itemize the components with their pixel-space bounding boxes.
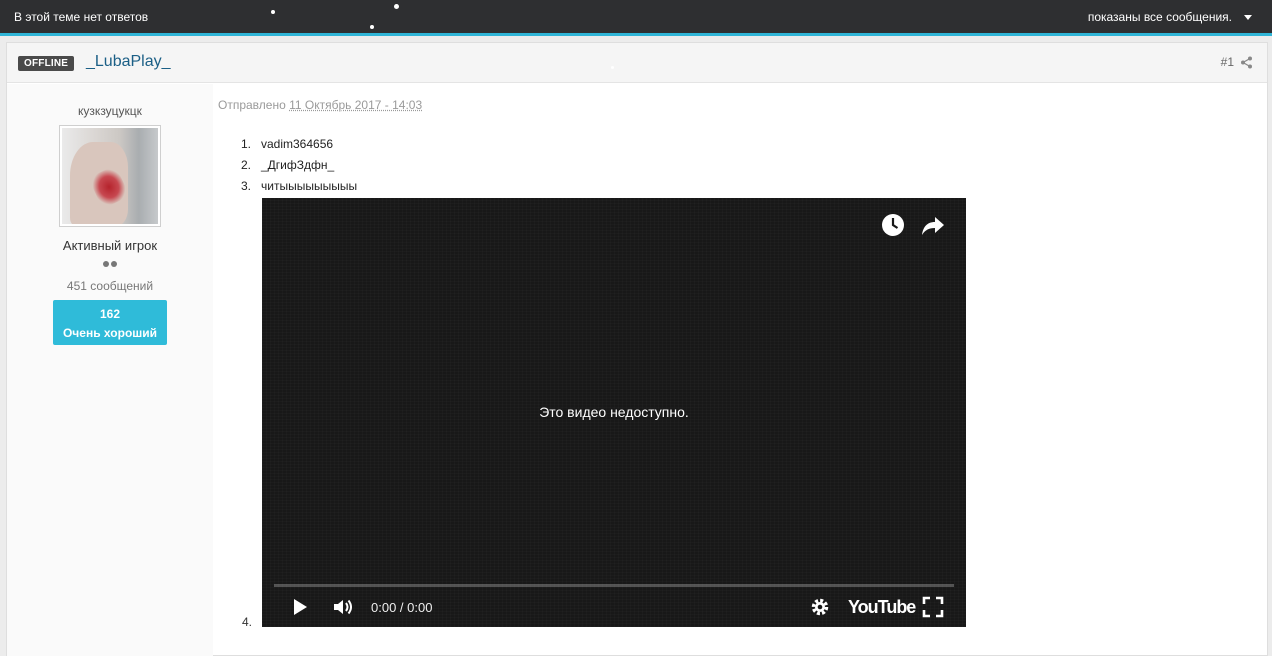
post-permalink[interactable]: #1 — [1221, 55, 1253, 69]
share-icon[interactable] — [1240, 56, 1253, 69]
author-sidebar: кузкзуцукцк Активный игрок 451 сообщений… — [7, 84, 213, 656]
rank-pips — [103, 261, 117, 267]
video-controls: 0:00 / 0:00 YouTube — [262, 592, 966, 622]
author-link[interactable]: _LubaPlay_ — [86, 53, 171, 71]
list-item: 4. — [242, 615, 253, 629]
video-unavailable-message: Это видео недоступно. — [539, 404, 689, 420]
posted-date: Отправлено 11 Октябрь 2017 - 14:03 — [218, 98, 422, 112]
chevron-down-icon — [1244, 15, 1252, 20]
volume-icon — [334, 599, 352, 615]
posted-timestamp: 11 Октябрь 2017 - 14:03 — [289, 98, 423, 112]
settings-button[interactable] — [810, 592, 830, 622]
fullscreen-icon — [922, 596, 944, 618]
post-content: Отправлено 11 Октябрь 2017 - 14:03 1. vad… — [218, 84, 1258, 656]
post-number: #1 — [1220, 55, 1234, 69]
filter-label: показаны все сообщения. — [1087, 10, 1232, 24]
video-time: 0:00 / 0:00 — [371, 599, 433, 615]
reputation-value: 162 — [99, 307, 121, 321]
post-count: 451 сообщений — [66, 279, 154, 293]
forum-post: OFFLINE _LubaPlay_ #1 кузкзуцукцк Активн… — [6, 42, 1268, 656]
decor-dot — [271, 10, 275, 14]
list-item: 3. читыыыыыыыыы — [241, 179, 358, 193]
play-button[interactable] — [290, 592, 310, 622]
post-header: OFFLINE _LubaPlay_ #1 — [7, 43, 1267, 83]
decor-dot — [394, 4, 399, 9]
play-icon — [294, 599, 307, 615]
fullscreen-button[interactable] — [922, 592, 944, 622]
reputation-label: Очень хороший — [62, 326, 158, 340]
topic-status-bar: В этой теме нет ответов показаны все соо… — [0, 0, 1272, 36]
decor-dot — [370, 25, 374, 29]
watch-later-icon[interactable] — [880, 212, 906, 238]
post-list: 1. vadim364656 2. _ДгифЗдфн_ 3. читыыыыыыыы… — [241, 137, 357, 200]
author-username[interactable]: кузкзуцукцк — [7, 104, 213, 118]
share-icon[interactable] — [920, 212, 946, 238]
offline-badge: OFFLINE — [18, 56, 75, 71]
list-item: 1. vadim364656 — [241, 137, 334, 151]
author-rank: Активный игрок — [62, 238, 158, 253]
decor-dot — [611, 66, 614, 69]
topic-status-text: В этой теме нет ответов — [14, 10, 149, 24]
youtube-logo[interactable]: YouTube — [848, 592, 916, 622]
youtube-embed[interactable]: Это видео недоступно. 0:00 / 0:00 YouTub… — [262, 198, 966, 627]
reputation-badge: 162 Очень хороший — [53, 300, 167, 345]
video-progress-bar[interactable] — [274, 584, 954, 587]
avatar[interactable] — [59, 125, 161, 227]
list-item: 2. _ДгифЗдфн_ — [241, 158, 335, 172]
posted-prefix: Отправлено — [218, 98, 286, 112]
gear-icon — [811, 598, 829, 616]
filter-dropdown[interactable]: показаны все сообщения. — [1088, 10, 1252, 24]
volume-button[interactable] — [332, 592, 356, 622]
